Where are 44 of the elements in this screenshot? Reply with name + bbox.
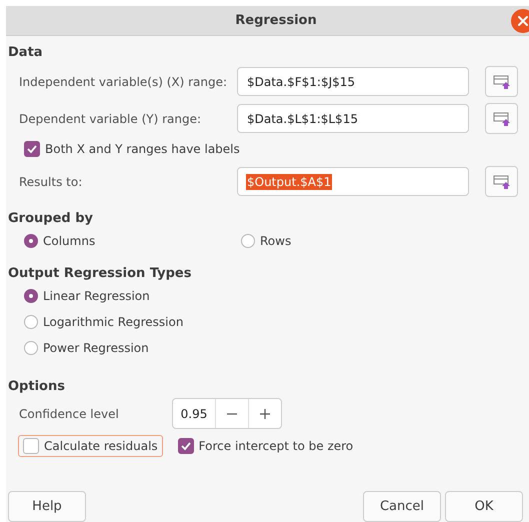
checkbox[interactable] [178, 438, 194, 454]
plus-icon[interactable] [259, 408, 271, 420]
radio-label: Logarithmic Regression [43, 315, 184, 329]
spin-field[interactable]: 0.95 [172, 398, 282, 429]
results-field[interactable]: $Output.$A$1 [237, 167, 469, 196]
check-icon [26, 143, 38, 155]
radio-label: Columns [43, 234, 96, 248]
shrink-button[interactable] [485, 66, 518, 97]
field-label: Results to: [18, 174, 84, 188]
field-label: Independent variable(s) (X) range: [18, 74, 228, 88]
cancel-button[interactable]: Cancel [363, 491, 441, 522]
help-button[interactable]: Help [8, 491, 86, 522]
field-label: Confidence level [18, 406, 120, 420]
checkbox-option[interactable]: Calculate residuals [18, 435, 163, 457]
range-field[interactable]: $Data.$L$1:$L$15 [237, 104, 469, 133]
close-icon[interactable] [511, 9, 529, 33]
section-heading: Grouped by [8, 211, 94, 226]
radio-label: Rows [260, 234, 292, 248]
radio-button[interactable] [24, 315, 38, 329]
checkbox[interactable] [23, 438, 39, 454]
radio-button[interactable] [24, 341, 38, 355]
check-icon [180, 440, 192, 452]
checkbox[interactable] [24, 141, 40, 157]
section-heading: Options [8, 379, 66, 394]
checkbox-label: Both X and Y ranges have labels [45, 142, 240, 156]
field-label: Dependent variable (Y) range: [18, 112, 202, 126]
section-heading: Data [8, 45, 44, 60]
radio-button[interactable] [241, 234, 255, 248]
shrink-button[interactable] [485, 103, 518, 134]
checkbox-label: Force intercept to be zero [198, 439, 354, 453]
radio-button[interactable] [24, 234, 38, 248]
shrink-icon [492, 74, 510, 90]
shrink-icon [492, 110, 510, 126]
radio-label: Power Regression [43, 341, 149, 355]
checkbox-label: Calculate residuals [44, 439, 158, 453]
shrink-button[interactable] [485, 166, 518, 197]
shrink-icon [492, 174, 510, 190]
window-title: Regression [235, 13, 317, 28]
radio-label: Linear Regression [43, 289, 150, 303]
radio-button[interactable] [24, 289, 38, 303]
range-field[interactable]: $Data.$F$1:$J$15 [237, 67, 469, 96]
ok-button[interactable]: OK [445, 491, 523, 522]
checkbox-option[interactable]: Force intercept to be zero [172, 435, 358, 457]
section-heading: Output Regression Types [8, 266, 192, 281]
